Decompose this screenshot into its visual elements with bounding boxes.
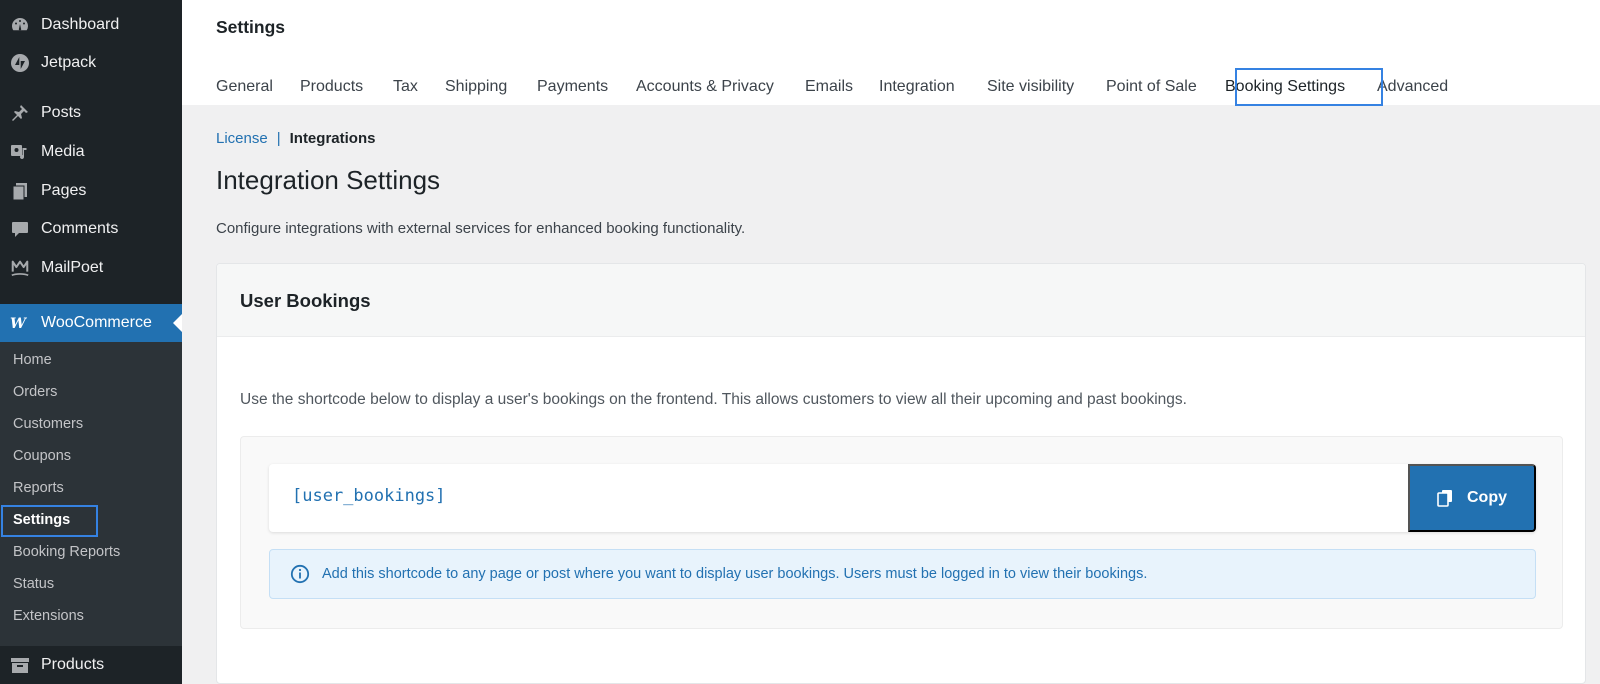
breadcrumb-current: Integrations [289, 130, 376, 147]
shortcode-text[interactable]: [user_bookings] [292, 486, 446, 506]
sidebar-item-label: Products [41, 656, 105, 673]
submenu-item-booking-reports[interactable]: Booking Reports [0, 537, 182, 567]
mailpoet-icon [10, 258, 30, 278]
dashboard-icon [10, 15, 30, 35]
woocommerce-icon: W [10, 313, 30, 333]
focus-outline [1, 505, 98, 537]
settings-header: Settings General Products Tax Shipping P… [182, 0, 1600, 105]
submenu-item-home[interactable]: Home [0, 345, 182, 375]
submenu-item-status[interactable]: Status [0, 569, 182, 599]
shortcode-box: [user_bookings] Copy [269, 464, 1536, 532]
tab-emails[interactable]: Emails [805, 68, 853, 106]
tab-advanced[interactable]: Advanced [1377, 68, 1448, 106]
sidebar-item-label: WooCommerce [41, 314, 152, 331]
copy-icon [1437, 489, 1453, 507]
page-title: Settings [216, 17, 286, 37]
sidebar-item-label: Jetpack [41, 54, 97, 71]
submenu-item-coupons[interactable]: Coupons [0, 441, 182, 471]
submenu-item-label: Booking Reports [13, 544, 121, 560]
submenu-item-label: Home [13, 352, 52, 368]
sidebar-item-media[interactable]: Media [0, 133, 182, 171]
sidebar-item-dashboard[interactable]: Dashboard [0, 6, 182, 44]
copy-button[interactable]: Copy [1408, 464, 1536, 532]
pin-icon [10, 103, 30, 123]
submenu-item-settings[interactable]: Settings [0, 505, 182, 537]
card-description: Use the shortcode below to display a use… [240, 391, 1187, 408]
tab-accounts-privacy[interactable]: Accounts & Privacy [636, 68, 774, 106]
sidebar-item-label: MailPoet [41, 259, 104, 276]
sidebar-item-mailpoet[interactable]: MailPoet [0, 249, 182, 287]
sidebar-item-woocommerce[interactable]: W WooCommerce [0, 304, 182, 342]
pages-icon [10, 181, 30, 201]
jetpack-icon [10, 53, 30, 73]
sidebar-item-label: Media [41, 143, 85, 160]
tab-point-of-sale[interactable]: Point of Sale [1106, 68, 1197, 106]
tab-integration[interactable]: Integration [879, 68, 955, 106]
submenu-item-orders[interactable]: Orders [0, 377, 182, 407]
submenu-item-label: Coupons [13, 448, 72, 464]
svg-text:W: W [10, 316, 28, 332]
submenu-item-extensions[interactable]: Extensions [0, 601, 182, 631]
tab-site-visibility[interactable]: Site visibility [987, 68, 1074, 106]
sidebar-item-label: Dashboard [41, 16, 120, 33]
tab-shipping[interactable]: Shipping [445, 68, 507, 106]
submenu-item-label: Status [13, 576, 55, 592]
submenu-item-label: Orders [13, 384, 58, 400]
current-menu-arrow [173, 314, 182, 332]
submenu-item-reports[interactable]: Reports [0, 473, 182, 503]
tab-products[interactable]: Products [300, 68, 363, 106]
breadcrumb-separator: | [276, 130, 281, 147]
tab-focus-outline [1235, 68, 1383, 106]
submenu-item-label: Reports [13, 480, 64, 496]
woocommerce-submenu: Home Orders Customers Coupons Reports Se… [0, 342, 182, 646]
media-icon [10, 142, 30, 162]
tab-payments[interactable]: Payments [537, 68, 608, 106]
card-title: User Bookings [240, 290, 371, 311]
sidebar-item-label: Pages [41, 182, 87, 199]
info-icon [290, 564, 310, 584]
comments-icon [10, 219, 30, 239]
sidebar-item-pages[interactable]: Pages [0, 172, 182, 210]
admin-sidebar: Dashboard Jetpack Posts Media Pages Comm… [0, 0, 182, 684]
sidebar-item-label: Comments [41, 220, 119, 237]
sidebar-item-comments[interactable]: Comments [0, 210, 182, 248]
submenu-item-label: Customers [13, 416, 84, 432]
section-title: Integration Settings [216, 165, 441, 195]
copy-button-label: Copy [1467, 489, 1507, 506]
breadcrumb: License | Integrations [216, 130, 375, 147]
submenu-item-label: Extensions [13, 608, 84, 624]
submenu-item-customers[interactable]: Customers [0, 409, 182, 439]
info-notice: Add this shortcode to any page or post w… [269, 549, 1536, 599]
user-bookings-card: User Bookings Use the shortcode below to… [216, 263, 1586, 684]
notice-text: Add this shortcode to any page or post w… [322, 566, 1148, 582]
archive-icon [10, 655, 30, 675]
card-header: User Bookings [217, 264, 1585, 337]
tab-tax[interactable]: Tax [393, 68, 418, 106]
section-description: Configure integrations with external ser… [216, 220, 746, 237]
sidebar-item-label: Posts [41, 104, 82, 121]
sidebar-item-jetpack[interactable]: Jetpack [0, 44, 182, 82]
sidebar-item-posts[interactable]: Posts [0, 94, 182, 132]
tab-general[interactable]: General [216, 68, 273, 106]
shortcode-panel: [user_bookings] Copy Add this shortcode … [240, 436, 1563, 629]
sidebar-item-products[interactable]: Products [0, 646, 182, 684]
breadcrumb-license-link[interactable]: License [216, 130, 268, 147]
